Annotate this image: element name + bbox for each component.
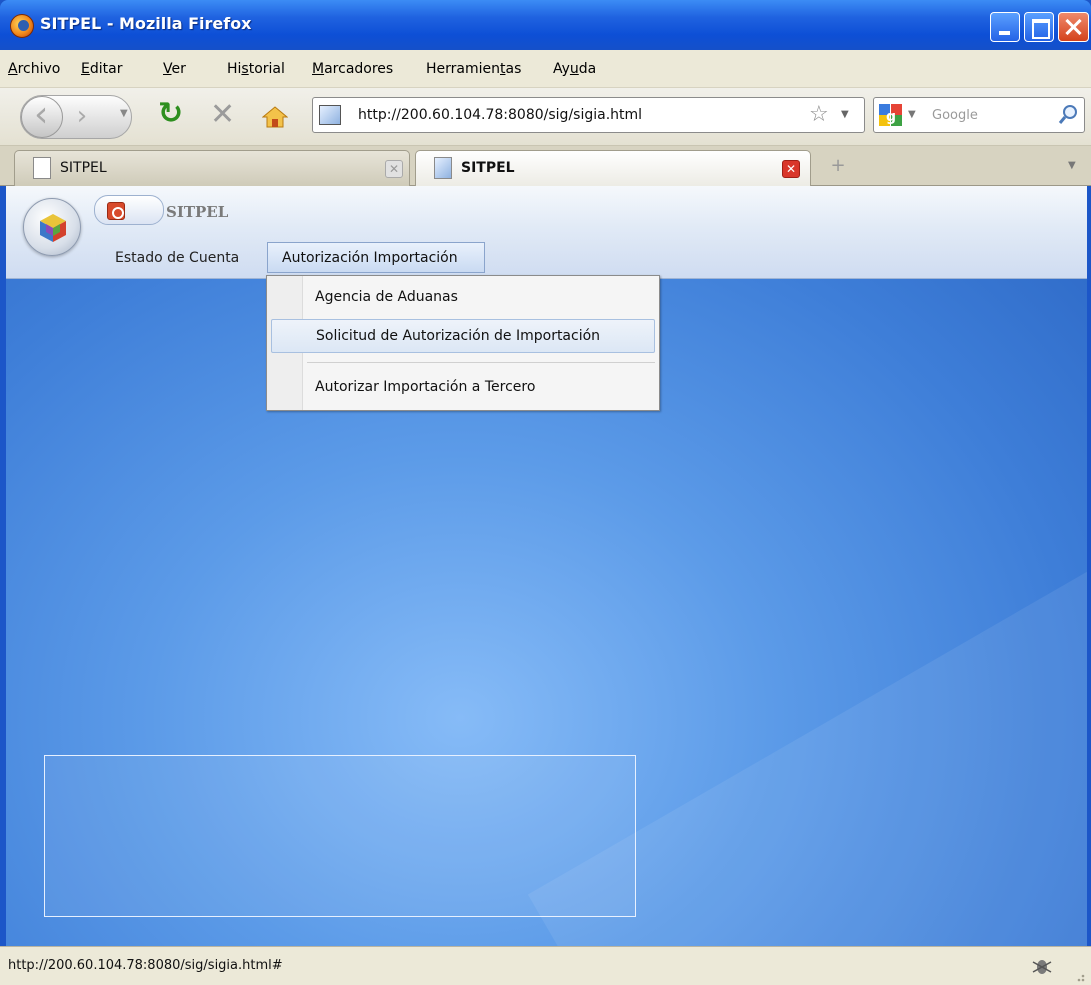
url-input[interactable]: http://200.60.104.78:8080/sig/sigia.html (358, 107, 642, 123)
menu-separator (307, 362, 655, 363)
forward-button[interactable]: › (66, 102, 98, 132)
empty-panel (44, 755, 636, 917)
tab-label: SITPEL (461, 160, 515, 176)
search-icon[interactable] (1058, 103, 1080, 125)
menu-item-label: Solicitud de Autorización de Importación (316, 328, 601, 344)
menu-historial[interactable]: Historial (227, 61, 285, 77)
maximize-button[interactable] (1024, 12, 1054, 42)
firefox-icon (10, 14, 34, 38)
tab-sitpel-1[interactable]: SITPEL ✕ (14, 150, 410, 186)
window-title: SITPEL - Mozilla Firefox (40, 14, 252, 33)
bookmark-star-icon[interactable]: ☆ (809, 102, 829, 127)
blank-page-icon (33, 157, 51, 179)
back-button[interactable] (21, 94, 63, 138)
tab-close-icon[interactable]: ✕ (782, 160, 800, 178)
search-bar[interactable]: g ▼ Google (873, 97, 1085, 133)
dropdown-menu: Agencia de Aduanas Solicitud de Autoriza… (266, 275, 660, 411)
menu-bar: Archivo Editar Ver Historial Marcadores … (0, 50, 1091, 88)
menu-item-label: Autorizar Importación a Tercero (315, 379, 536, 395)
menu-ver[interactable]: Ver (163, 61, 186, 77)
site-favicon-icon (434, 157, 452, 179)
window-titlebar: SITPEL - Mozilla Firefox (0, 0, 1091, 50)
resize-grip-icon[interactable] (1070, 967, 1086, 983)
home-icon[interactable] (262, 106, 288, 128)
address-bar[interactable]: http://200.60.104.78:8080/sig/sigia.html… (312, 97, 865, 133)
list-all-tabs-icon[interactable]: ▼ (1068, 160, 1076, 171)
menu-herramientas[interactable]: Herramientas (426, 61, 521, 77)
debug-bug-icon[interactable] (1030, 954, 1054, 978)
app-name: SITPEL (166, 203, 229, 221)
quick-access-strip (94, 195, 164, 225)
nav-estado-de-cuenta[interactable]: Estado de Cuenta (115, 250, 239, 266)
history-dropdown-icon[interactable]: ▼ (120, 108, 128, 119)
app-orb-button[interactable] (23, 198, 81, 256)
nav-label: Autorización Importación (282, 250, 458, 266)
close-window-button[interactable] (1058, 12, 1089, 42)
site-favicon-icon (319, 105, 341, 125)
menu-item-autorizar-importacion-tercero[interactable]: Autorizar Importación a Tercero (271, 371, 655, 405)
app-header: SITPEL Estado de Cuenta Autorización Imp… (6, 186, 1087, 279)
url-dropdown-icon[interactable]: ▼ (841, 109, 849, 120)
minimize-button[interactable] (990, 12, 1020, 42)
nav-autorizacion-importacion[interactable]: Autorización Importación (267, 242, 485, 273)
tab-bar: SITPEL ✕ SITPEL ✕ (0, 146, 1091, 187)
status-text: http://200.60.104.78:8080/sig/sigia.html… (8, 958, 283, 973)
tab-sitpel-2[interactable]: SITPEL ✕ (415, 150, 811, 187)
search-input[interactable]: Google (932, 108, 978, 123)
stop-icon[interactable]: ✕ (210, 100, 235, 130)
svg-text:g: g (886, 109, 896, 125)
google-icon[interactable]: g (878, 103, 904, 127)
menu-item-agencia-de-aduanas[interactable]: Agencia de Aduanas (271, 281, 655, 315)
menu-item-label: Agencia de Aduanas (315, 289, 458, 305)
menu-archivo[interactable]: Archivo (8, 61, 60, 77)
tab-close-icon[interactable]: ✕ (385, 160, 403, 178)
page-content: SITPEL Estado de Cuenta Autorización Imp… (6, 186, 1087, 946)
search-engine-dropdown-icon[interactable]: ▼ (908, 109, 916, 120)
new-tab-icon[interactable]: + (818, 150, 858, 182)
power-icon[interactable] (107, 202, 125, 220)
tab-label: SITPEL (60, 160, 107, 176)
menu-item-solicitud-autorizacion[interactable]: Solicitud de Autorización de Importación (271, 319, 655, 353)
menu-editar[interactable]: Editar (81, 61, 122, 77)
reload-icon[interactable]: ↻ (158, 99, 183, 129)
cube-icon (40, 214, 66, 242)
status-bar: http://200.60.104.78:8080/sig/sigia.html… (0, 946, 1091, 985)
menu-ayuda[interactable]: Ayuda (553, 61, 596, 77)
menu-marcadores[interactable]: Marcadores (312, 61, 393, 77)
